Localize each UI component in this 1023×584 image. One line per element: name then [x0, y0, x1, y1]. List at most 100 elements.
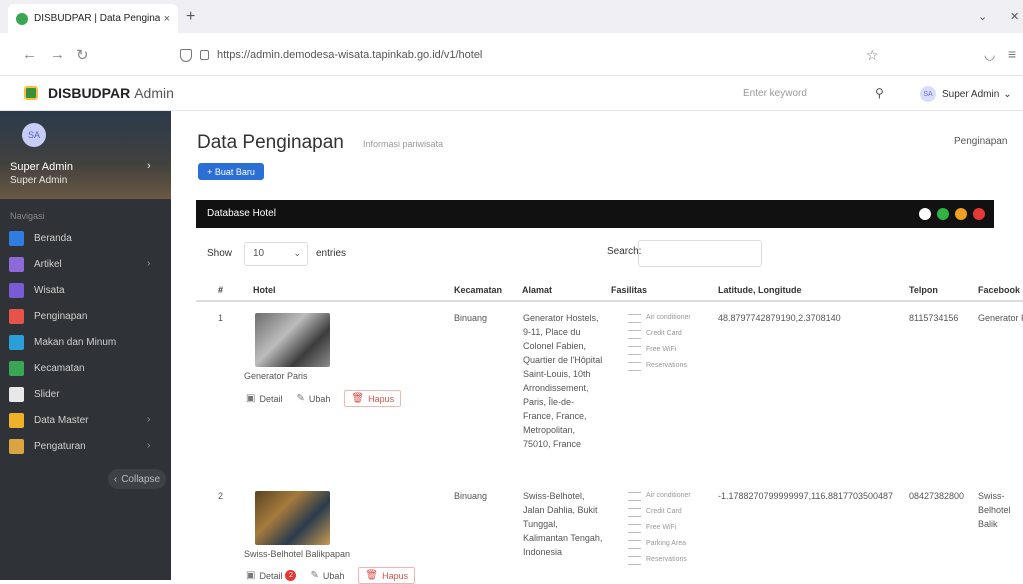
- add-new-button[interactable]: + Buat Baru: [198, 163, 264, 180]
- sidebar-item-penginapan[interactable]: Penginapan: [0, 305, 171, 327]
- edit-button[interactable]: ✎ Ubah: [310, 567, 344, 584]
- sidebar-item-beranda[interactable]: Beranda: [0, 227, 171, 249]
- sidebar-user-panel[interactable]: SA Super Admin Super Admin ›: [0, 111, 171, 199]
- menu-icon: [9, 308, 24, 324]
- col-fasilitas[interactable]: Fasilitas: [611, 285, 647, 295]
- menu-icon[interactable]: ≡: [1008, 46, 1016, 62]
- facility-icon: [628, 345, 641, 355]
- row-number: 2: [218, 491, 224, 501]
- detail-button[interactable]: ▣ Detail 2: [246, 567, 297, 584]
- sidebar-user-name: Super Admin: [10, 161, 73, 173]
- delete-button[interactable]: 🗑 Hapus: [344, 390, 402, 407]
- facility-label: Reservations: [646, 362, 687, 369]
- tab-list-icon[interactable]: ⌄: [978, 10, 987, 23]
- facility-icon: [628, 361, 641, 371]
- forward-icon[interactable]: →: [50, 46, 65, 63]
- hotel-name: Swiss-Belhotel Balikpapan: [244, 549, 351, 559]
- hotel-image[interactable]: [255, 491, 330, 545]
- search-icon[interactable]: ⚲: [875, 86, 884, 100]
- chevron-right-icon: ›: [147, 440, 151, 451]
- edit-icon: ✎: [310, 570, 319, 581]
- detail-button[interactable]: ▣ Detail: [246, 390, 282, 407]
- table-search-label: Search:: [607, 246, 642, 257]
- chevron-right-icon: ›: [147, 414, 151, 425]
- chevron-left-icon: ‹: [113, 473, 118, 485]
- pocket-icon[interactable]: ◡: [984, 47, 995, 63]
- sidebar-item-data-master[interactable]: Data Master ›: [0, 409, 171, 431]
- new-tab-button[interactable]: +: [186, 8, 195, 26]
- sidebar-item-artikel[interactable]: Artikel ›: [0, 253, 171, 275]
- image-icon: ▣: [246, 393, 256, 404]
- col-telpon[interactable]: Telpon: [909, 285, 938, 295]
- facebook-cell[interactable]: Swiss-Belhotel Balik: [978, 489, 1023, 531]
- latlng-cell: -1.1788270799999997,116.8817703500487: [718, 491, 894, 501]
- breadcrumb[interactable]: Penginapan: [954, 136, 1007, 147]
- chevron-down-icon: ⌄: [293, 248, 301, 258]
- detail-label: Detail: [259, 393, 283, 404]
- app-header: DISBUDPAR Admin Enter keyword ⚲ SA Super…: [0, 76, 1023, 111]
- facility-label: Credit Card: [646, 330, 682, 337]
- collapse-button[interactable]: ‹ Collapse: [108, 469, 166, 489]
- hotel-image[interactable]: [255, 313, 330, 367]
- menu-icon: [9, 386, 24, 402]
- chevron-right-icon: ›: [147, 160, 151, 172]
- user-name: Super Admin: [942, 88, 1000, 100]
- reload-icon[interactable]: ↻: [76, 46, 89, 64]
- col-kecamatan[interactable]: Kecamatan: [454, 285, 502, 295]
- user-menu[interactable]: SA Super Admin ⌄: [920, 86, 1012, 102]
- table-row: 2 Swiss-Belhotel Balikpapan ▣ Detail 2 ✎ Ub…: [196, 489, 1023, 584]
- entries-label: entries: [316, 248, 347, 259]
- sidebar-item-kecamatan[interactable]: Kecamatan: [0, 357, 171, 379]
- panel-collapse-button[interactable]: [955, 208, 967, 220]
- panel-expand-button[interactable]: [919, 208, 931, 220]
- window-close-icon[interactable]: ✕: [1010, 10, 1019, 23]
- sidebar-item-slider[interactable]: Slider: [0, 383, 171, 405]
- sidebar-menu: Beranda Artikel › Wisata Penginapan Makan dan…: [0, 227, 171, 461]
- facility-item: Parking Area: [628, 537, 691, 551]
- col-number[interactable]: #: [218, 285, 223, 295]
- edit-button[interactable]: ✎ Ubah: [296, 390, 330, 407]
- brand-suffix: Admin: [134, 85, 174, 101]
- fasilitas-cell: Air conditioner Credit Card Free WiFi Parki…: [628, 489, 691, 569]
- header-search-input[interactable]: Enter keyword: [735, 83, 885, 105]
- delete-label: Hapus: [382, 570, 409, 581]
- brand[interactable]: DISBUDPAR Admin: [24, 85, 174, 101]
- menu-icon: [9, 334, 24, 350]
- col-alamat[interactable]: Alamat: [522, 285, 552, 295]
- panel-reload-button[interactable]: [937, 208, 949, 220]
- facility-item: Credit Card: [628, 327, 691, 341]
- table-header: # Hotel Kecamatan Alamat Fasilitas Latit…: [196, 278, 1023, 302]
- panel-remove-button[interactable]: [973, 208, 985, 220]
- sidebar-item-pengaturan[interactable]: Pengaturan ›: [0, 435, 171, 457]
- logo-icon: [24, 86, 38, 100]
- facebook-cell[interactable]: Generator Paris: [978, 311, 1023, 325]
- sidebar-item-label: Pengaturan: [34, 440, 86, 452]
- bookmark-star-icon[interactable]: ☆: [866, 47, 879, 64]
- favicon-icon: [16, 12, 28, 25]
- browser-tab[interactable]: DISBUDPAR | Data Penginapan ×: [8, 4, 178, 33]
- facility-item: Free WiFi: [628, 521, 691, 535]
- col-latlng[interactable]: Latitude, Longitude: [718, 285, 802, 295]
- facility-label: Reservations: [646, 556, 687, 563]
- chevron-right-icon: ›: [147, 258, 151, 269]
- facility-label: Free WiFi: [646, 346, 677, 353]
- sidebar-avatar: SA: [22, 123, 46, 147]
- kecamatan-cell: Binuang: [454, 491, 488, 501]
- collapse-label: Collapse: [121, 473, 161, 485]
- sidebar-user-role: Super Admin: [10, 175, 68, 186]
- table-search-input[interactable]: [638, 240, 762, 267]
- panel-header: Database Hotel: [196, 200, 994, 228]
- entries-select[interactable]: 10 ⌄: [244, 242, 308, 266]
- facility-item: Free WiFi: [628, 343, 691, 357]
- sidebar-item-label: Beranda: [34, 232, 72, 244]
- back-icon[interactable]: ←: [22, 46, 37, 63]
- address-bar[interactable]: https://admin.demodesa-wisata.tapinkab.g…: [180, 42, 880, 68]
- facility-label: Air conditioner: [646, 492, 691, 499]
- close-tab-icon[interactable]: ×: [164, 13, 170, 25]
- table-row: 1 Generator Paris ▣ Detail ✎ Ubah 🗑 Hapus B…: [196, 311, 1023, 491]
- sidebar-item-wisata[interactable]: Wisata: [0, 279, 171, 301]
- sidebar-item-makan-dan-minum[interactable]: Makan dan Minum: [0, 331, 171, 353]
- col-hotel[interactable]: Hotel: [253, 285, 276, 295]
- col-facebook[interactable]: Facebook: [978, 285, 1020, 295]
- delete-button[interactable]: 🗑 Hapus: [358, 567, 416, 584]
